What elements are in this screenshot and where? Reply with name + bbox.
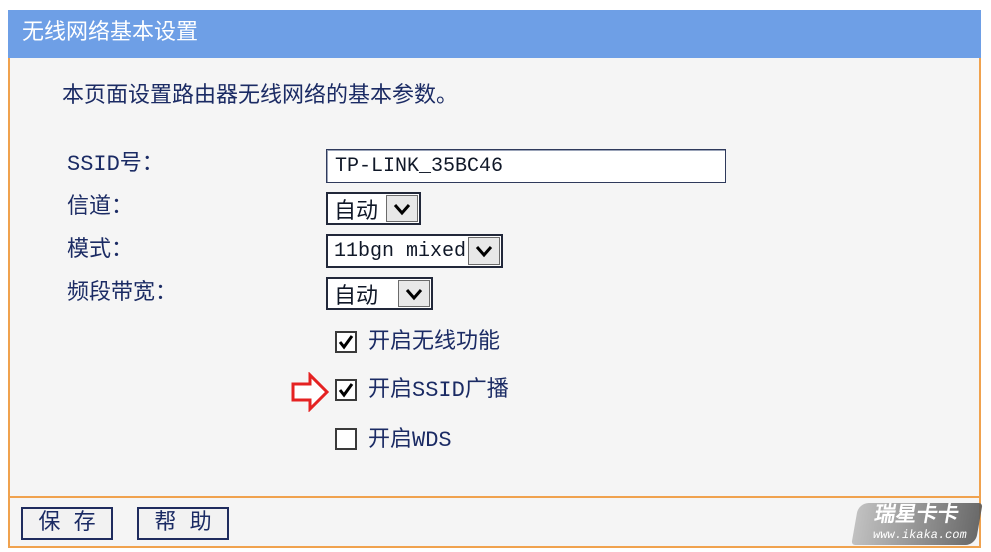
checkmark-icon xyxy=(338,383,354,398)
mode-select-value: 11bgn mixed xyxy=(334,239,467,263)
enable-wireless-checkbox[interactable] xyxy=(335,331,357,353)
chevron-down-icon xyxy=(405,288,423,300)
enable-wds-label: 开启WDS xyxy=(368,428,452,453)
ssid-broadcast-checkbox[interactable] xyxy=(335,379,357,401)
bandwidth-select-value: 自动 xyxy=(334,284,379,310)
bandwidth-dropdown-button[interactable] xyxy=(398,280,430,307)
help-button[interactable]: 帮 助 xyxy=(137,507,229,540)
mode-select[interactable]: 11bgn mixed xyxy=(326,234,503,268)
ssid-label: SSID号： xyxy=(67,152,164,177)
channel-label: 信道： xyxy=(67,195,134,220)
watermark-brand: 瑞星卡卡 xyxy=(872,505,961,528)
ssid-input-value: TP-LINK_35BC46 xyxy=(335,154,504,178)
ssid-input[interactable]: TP-LINK_35BC46 xyxy=(326,149,726,183)
bandwidth-label: 频段带宽： xyxy=(67,281,178,306)
footer-divider xyxy=(8,496,981,498)
checkmark-icon xyxy=(338,335,354,350)
enable-wireless-label: 开启无线功能 xyxy=(368,330,501,355)
bandwidth-select[interactable]: 自动 xyxy=(326,277,433,310)
channel-select-value: 自动 xyxy=(334,199,379,225)
save-button[interactable]: 保 存 xyxy=(21,507,113,540)
channel-dropdown-button[interactable] xyxy=(386,195,418,222)
watermark-logo: 瑞星卡卡 www.ikaka.com xyxy=(851,503,983,545)
channel-select[interactable]: 自动 xyxy=(326,192,421,225)
page-description: 本页面设置路由器无线网络的基本参数。 xyxy=(62,84,459,109)
red-arrow-icon xyxy=(291,372,330,412)
chevron-down-icon xyxy=(393,203,411,215)
page-header: 无线网络基本设置 xyxy=(8,10,981,58)
mode-label: 模式： xyxy=(67,238,134,263)
chevron-down-icon xyxy=(475,246,493,258)
ssid-broadcast-label: 开启SSID广播 xyxy=(368,378,509,403)
mode-dropdown-button[interactable] xyxy=(468,237,500,265)
page-title: 无线网络基本设置 xyxy=(22,21,199,46)
enable-wds-checkbox[interactable] xyxy=(335,428,357,450)
watermark-url: www.ikaka.com xyxy=(871,528,968,542)
